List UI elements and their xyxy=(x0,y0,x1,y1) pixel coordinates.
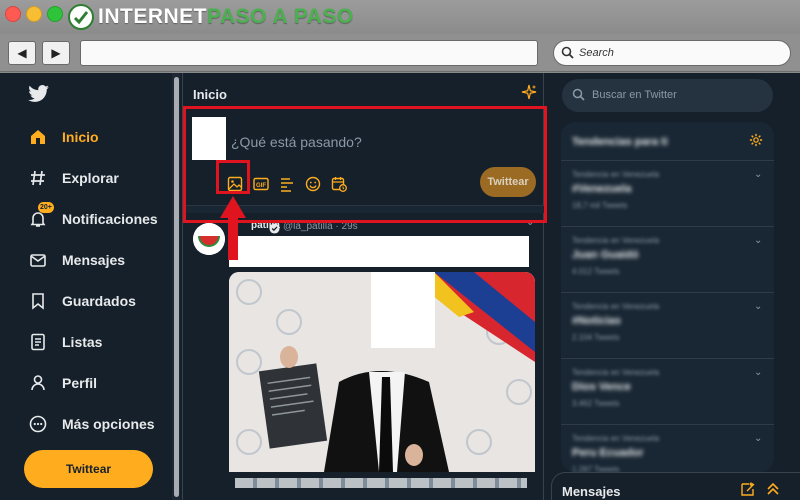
trend-meta: Tendencia en Venezuela xyxy=(572,434,660,443)
window-minimize-button[interactable] xyxy=(26,6,42,22)
browser-toolbar: ◀ ▶ Search xyxy=(0,34,800,72)
forward-button[interactable]: ▶ xyxy=(42,41,70,65)
logo-word-internet: INTERNET xyxy=(98,5,207,28)
sparkle-icon[interactable] xyxy=(521,84,537,105)
notification-badge: 20+ xyxy=(38,202,54,213)
messages-title: Mensajes xyxy=(562,484,621,499)
chevron-down-icon[interactable]: ⌄ xyxy=(754,235,762,246)
sidebar-item-listas[interactable]: Listas xyxy=(28,328,102,356)
chevron-down-icon[interactable]: ⌄ xyxy=(754,169,762,180)
main-scrollbar-thumb[interactable] xyxy=(174,77,179,497)
sidebar-item-guardados[interactable]: Guardados xyxy=(28,287,136,315)
image-button-highlight-box xyxy=(216,160,250,194)
twitter-bird-icon[interactable] xyxy=(28,85,50,108)
person-icon xyxy=(28,373,48,393)
tweet-image[interactable] xyxy=(229,272,535,472)
trend-meta: Tendencia en Venezuela xyxy=(572,368,660,377)
search-icon xyxy=(572,88,585,101)
browser-titlebar: INTERNETPASO A PASO xyxy=(0,0,800,34)
sidebar-item-notificaciones[interactable]: 20+ Notificaciones xyxy=(28,202,158,233)
trend-meta: Tendencia en Venezuela xyxy=(572,170,660,179)
twitter-search-placeholder: Buscar en Twitter xyxy=(592,89,677,101)
browser-search-input[interactable]: Search xyxy=(553,40,791,66)
sidebar-tweet-button[interactable]: Twittear xyxy=(24,450,153,488)
browser-search-placeholder: Search xyxy=(579,47,614,59)
pointer-arrow-icon xyxy=(220,196,246,265)
trend-item[interactable]: Tendencia en Venezuela Juan Guaidó 4.012… xyxy=(561,226,774,292)
hashtag-icon xyxy=(28,168,48,188)
back-button[interactable]: ◀ xyxy=(8,41,36,65)
trend-count: 3.462 Tweets xyxy=(572,399,620,408)
twitter-page: Inicio Explorar 20+ Notificaciones Mensa… xyxy=(0,73,800,500)
sidebar-item-label: Inicio xyxy=(62,129,99,145)
trend-count: 18,7 mil Tweets xyxy=(572,201,628,210)
timeline-column: Inicio ¿Qué está pasando? GIF Twittear p… xyxy=(182,73,547,500)
trend-count: 4.012 Tweets xyxy=(572,267,620,276)
sidebar-item-label: Más opciones xyxy=(62,416,155,432)
chevron-up-icon[interactable] xyxy=(765,481,781,500)
sidebar-item-label: Explorar xyxy=(62,170,119,186)
sidebar-item-label: Mensajes xyxy=(62,252,126,268)
tweet-text-redacted xyxy=(229,236,529,267)
sidebar-item-inicio[interactable]: Inicio xyxy=(28,123,99,151)
sidebar-item-perfil[interactable]: Perfil xyxy=(28,369,97,397)
sidebar-item-mas-opciones[interactable]: Más opciones xyxy=(28,410,155,438)
sidebar-item-explorar[interactable]: Explorar xyxy=(28,164,119,192)
sidebar-item-mensajes[interactable]: Mensajes xyxy=(28,246,125,274)
trend-item[interactable]: Tendencia en Venezuela #Venezuela 18,7 m… xyxy=(561,160,774,226)
address-bar[interactable] xyxy=(80,40,538,66)
sidebar-item-label: Perfil xyxy=(62,375,98,391)
trend-name: Dios Vence xyxy=(572,381,631,393)
trend-name: #Venezuela xyxy=(572,183,632,195)
trend-item[interactable]: Tendencia en Venezuela #Noticias 2.104 T… xyxy=(561,292,774,358)
home-icon xyxy=(28,127,48,147)
chevron-down-icon[interactable]: ⌄ xyxy=(754,367,762,378)
trend-name: Juan Guaidó xyxy=(572,249,639,261)
messages-drawer[interactable]: Mensajes xyxy=(551,472,800,500)
chevron-down-icon[interactable]: ⌄ xyxy=(754,433,762,444)
sidebar-item-label: Notificaciones xyxy=(62,211,158,227)
list-icon xyxy=(28,332,48,352)
trends-title: Tendencias para ti xyxy=(572,136,668,148)
trend-count: 2.104 Tweets xyxy=(572,333,620,342)
trend-item[interactable]: Tendencia en Venezuela Dios Vence 3.462 … xyxy=(561,358,774,424)
site-logo-text: INTERNETPASO A PASO xyxy=(98,6,354,28)
envelope-icon xyxy=(28,250,48,270)
trend-meta: Tendencia en Venezuela xyxy=(572,302,660,311)
chevron-down-icon[interactable]: ⌄ xyxy=(754,301,762,312)
twitter-search-input[interactable]: Buscar en Twitter xyxy=(562,79,773,112)
page-title: Inicio xyxy=(193,87,227,102)
more-icon xyxy=(28,414,48,434)
logo-word-pasoapaso: PASO A PASO xyxy=(207,5,354,28)
tweet-caption-redacted xyxy=(235,478,527,488)
trend-meta: Tendencia en Venezuela xyxy=(572,236,660,245)
gear-icon[interactable] xyxy=(749,133,763,152)
search-icon xyxy=(561,46,574,59)
internetpasoapaso-logo-icon xyxy=(68,4,94,30)
window-close-button[interactable] xyxy=(5,6,21,22)
new-message-icon[interactable] xyxy=(740,481,756,500)
window-maximize-button[interactable] xyxy=(47,6,63,22)
trend-name: Peru Ecuador xyxy=(572,447,644,459)
trend-name: #Noticias xyxy=(572,315,621,327)
sidebar-item-label: Listas xyxy=(62,334,103,350)
trends-panel: Tendencias para ti Tendencia en Venezuel… xyxy=(561,122,774,474)
bell-icon: 20+ xyxy=(28,202,54,229)
sidebar-item-label: Guardados xyxy=(62,293,136,309)
bookmark-icon xyxy=(28,291,48,311)
